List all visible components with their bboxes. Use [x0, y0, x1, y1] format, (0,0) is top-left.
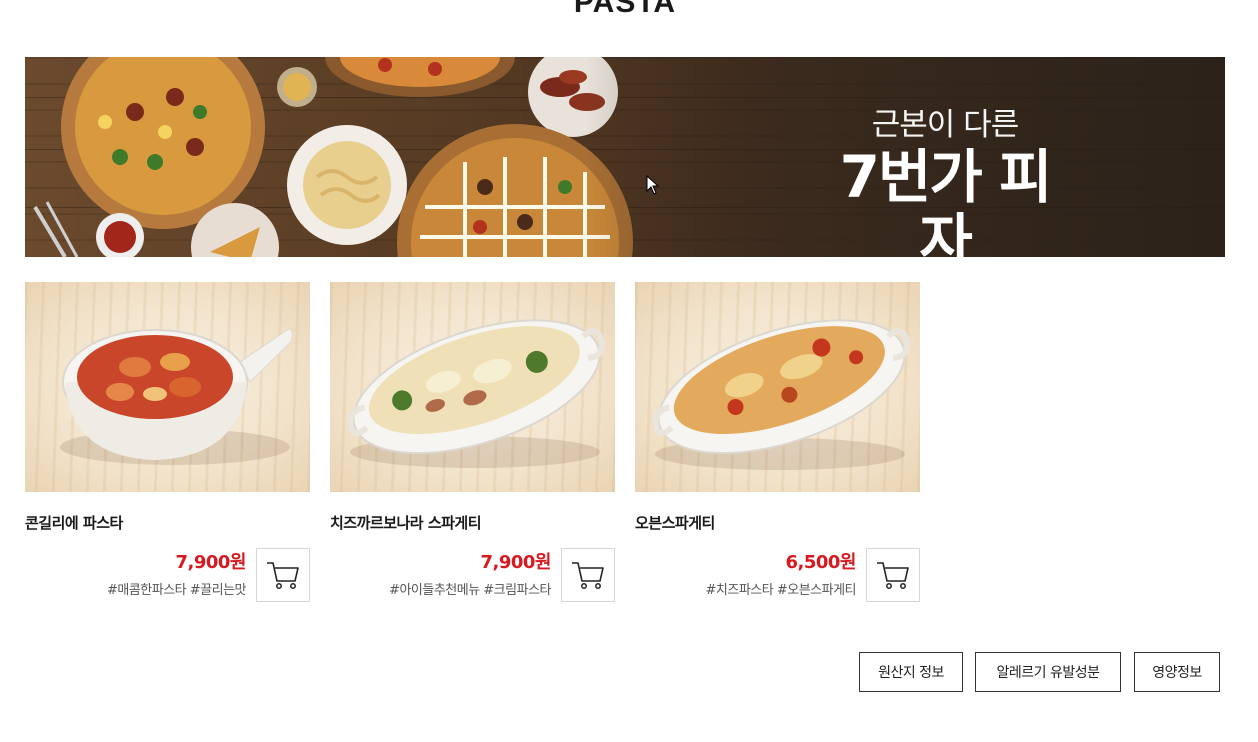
product-price: 7,900원	[480, 552, 552, 573]
shopping-cart-icon	[267, 562, 299, 589]
product-price: 6,500원	[785, 552, 857, 573]
oven-spaghetti-image	[652, 319, 911, 470]
product-image[interactable]	[635, 282, 920, 492]
origin-info-button[interactable]: 원산지 정보	[859, 652, 963, 692]
product-name[interactable]: 오븐스파게티	[635, 512, 715, 533]
nutrition-info-button[interactable]: 영양정보	[1134, 652, 1220, 692]
add-to-cart-button[interactable]	[256, 548, 310, 602]
product-price: 7,900원	[175, 552, 247, 573]
pasta-bowl-image	[60, 328, 293, 465]
product-name[interactable]: 콘길리에 파스타	[25, 512, 123, 533]
add-to-cart-button[interactable]	[866, 548, 920, 602]
product-card[interactable]: 콘길리에 파스타 7,900원 #매콤한파스타 #끌리는맛	[25, 282, 310, 602]
pizza-spread-image	[33, 57, 633, 257]
product-tags: #매콤한파스타 #끌리는맛	[106, 583, 247, 598]
add-to-cart-button[interactable]	[561, 548, 615, 602]
shopping-cart-icon	[877, 562, 909, 589]
section-title: PASTA	[573, 0, 677, 19]
mouse-pointer-icon	[646, 175, 660, 195]
promo-banner[interactable]: 근본이 다른 7번가 피자	[25, 57, 1225, 257]
product-image[interactable]	[330, 282, 615, 492]
product-tags: #치즈파스타 #오븐스파게티	[705, 583, 857, 598]
product-tags: #아이들추천메뉴 #크림파스타	[389, 583, 551, 598]
product-image[interactable]	[25, 282, 310, 492]
product-name[interactable]: 치즈까르보나라 스파게티	[330, 512, 482, 533]
shopping-cart-icon	[572, 562, 604, 589]
product-card[interactable]: 치즈까르보나라 스파게티 7,900원 #아이들추천메뉴 #크림파스타	[330, 282, 615, 602]
allergy-info-button[interactable]: 알레르기 유발성분	[975, 652, 1121, 692]
banner-subtitle: 근본이 다른	[871, 107, 1019, 143]
pasta-oval-baker-image	[347, 319, 606, 468]
banner-headline: 7번가 피자	[839, 143, 1053, 257]
product-card[interactable]: 오븐스파게티 6,500원 #치즈파스타 #오븐스파게티	[635, 282, 920, 602]
